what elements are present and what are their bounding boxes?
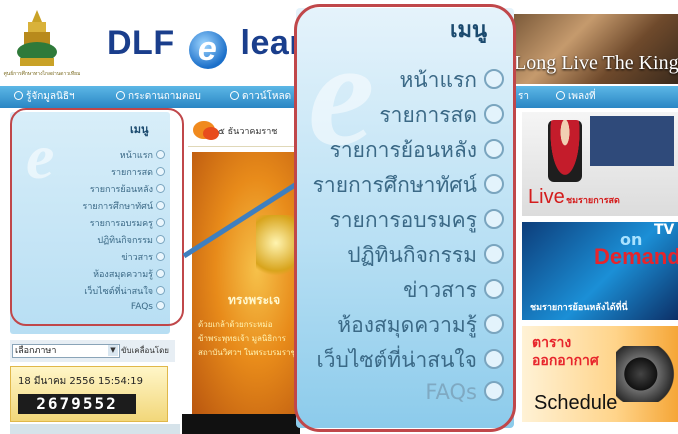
poster-line: สถาบันวิศวฯ ในพระบรมราชู [198,348,296,357]
live-label: Live [528,186,565,208]
bullet-icon [14,91,23,100]
bullet-icon [116,91,125,100]
demand-tv-label: TV [654,222,675,238]
chat-bubble-icon [203,127,219,140]
bottom-strip [10,424,180,434]
chevron-down-icon[interactable]: ▼ [108,345,118,356]
classroom-image [590,116,674,166]
nav-item-about[interactable]: รู้จักมูลนิธิฯ [14,89,75,104]
date-time: 18 มีนาคม 2556 15:54:19 [18,376,143,387]
emblem-caption: ศูนย์การศึกษาทางไกลผ่านดาวเทียม [3,71,81,77]
camera-icon [616,346,678,402]
live-sub-label: ชมรายการสด [566,196,620,206]
e-logo-icon: e [188,31,227,69]
bullet-icon [556,91,565,100]
middle-title: ๕ ธันวาคมราช [218,127,278,137]
language-select[interactable]: เลือกภาษา [12,344,120,358]
black-bar [182,414,300,434]
zoom-highlight-outline [294,4,516,432]
presenter-image [548,120,582,182]
royal-emblem-icon [17,10,57,66]
bullet-icon [230,91,239,100]
schedule-label: Schedule [534,392,618,414]
zoom-connector-line [182,175,308,259]
poster-caption: ทรงพระเจ [228,293,281,307]
nav-item-songs[interactable]: เพลงที่ [556,89,596,104]
brand-prefix: DLF [107,24,175,62]
nav-item-download[interactable]: ดาวน์โหลด [230,89,291,104]
visitor-counter: 2679552 [18,394,136,414]
schedule-title-line2: ออกอากาศ [532,353,599,369]
sidebar-highlight-outline [10,108,184,326]
poster-line: ด้วยเกล้าด้วยกระหม่อ [198,320,273,329]
poster-line: ข้าพระพุทธเจ้า มูลนิธิการ [198,334,286,343]
banner-text: Long Live The King [514,52,678,74]
powered-by-text: ขับเคลื่อนโดย [121,346,169,355]
nav-item-webboard[interactable]: กระดานถามตอบ [116,89,201,104]
nav-item-partial[interactable]: รา [518,89,529,104]
demand-sub-label: ชมรายการย้อนหลังได้ที่นี่ [530,303,628,313]
demand-label: Demand [594,244,678,269]
